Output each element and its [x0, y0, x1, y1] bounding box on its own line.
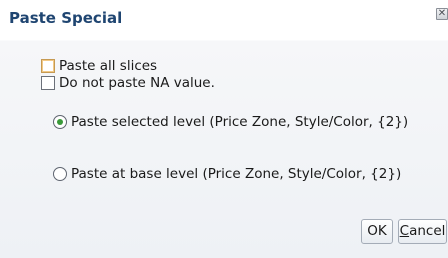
paste-all-slices-option[interactable]: Paste all slices [41, 58, 157, 74]
do-not-paste-na-checkbox[interactable] [41, 76, 55, 90]
paste-selected-level-radio[interactable] [53, 115, 67, 129]
ok-button[interactable]: OK [361, 219, 393, 244]
paste-all-slices-label: Paste all slices [59, 58, 158, 74]
cancel-button[interactable]: Cancel [398, 219, 447, 244]
do-not-paste-na-option[interactable]: Do not paste NA value. [41, 75, 215, 91]
paste-base-level-radio[interactable] [53, 167, 67, 181]
close-icon: ✕ [437, 8, 447, 19]
paste-selected-level-option[interactable]: Paste selected level (Price Zone, Style/… [53, 114, 408, 130]
paste-selected-level-label: Paste selected level (Price Zone, Style/… [71, 114, 409, 130]
paste-base-level-option[interactable]: Paste at base level (Price Zone, Style/C… [53, 166, 401, 182]
dialog-title: Paste Special [9, 9, 123, 27]
paste-all-slices-checkbox[interactable] [41, 59, 55, 73]
paste-special-dialog: Paste Special ✕ Paste all slices Do not … [0, 0, 448, 258]
do-not-paste-na-label: Do not paste NA value. [59, 75, 215, 91]
paste-base-level-label: Paste at base level (Price Zone, Style/C… [71, 166, 402, 182]
close-button[interactable]: ✕ [436, 8, 448, 20]
